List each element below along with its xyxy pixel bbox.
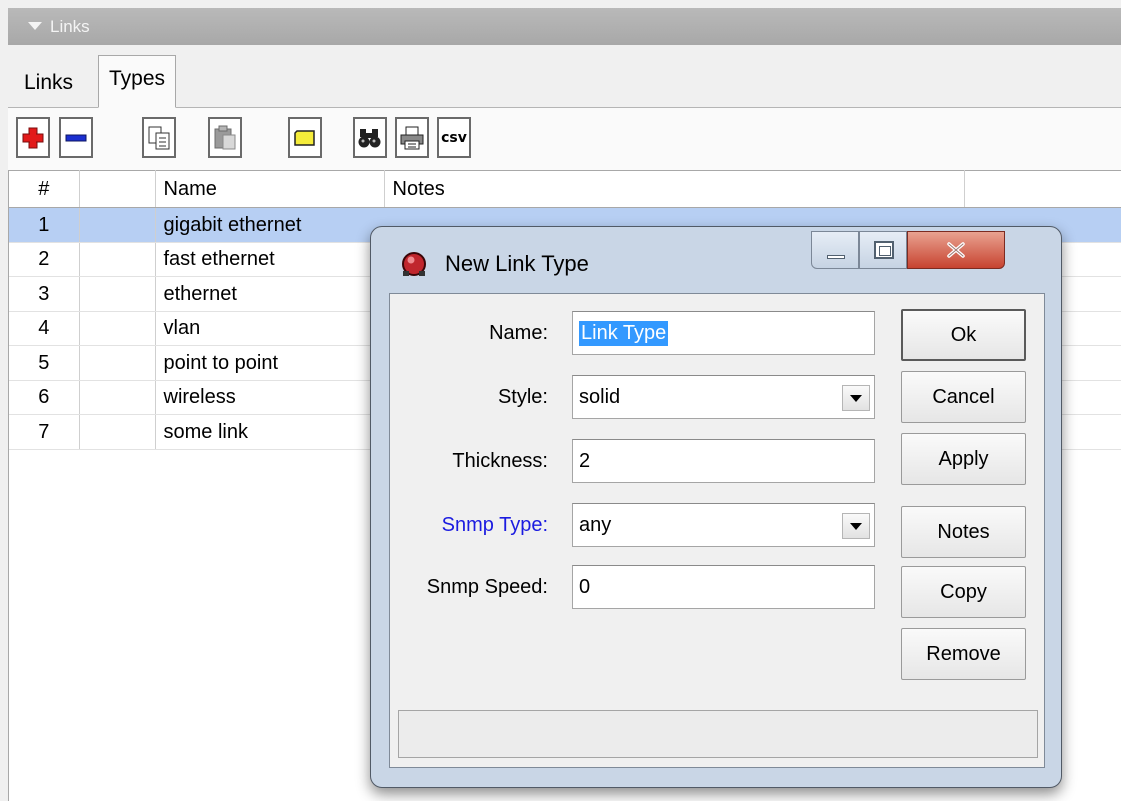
copy-icon: [148, 126, 170, 149]
style-select[interactable]: solid: [572, 375, 875, 419]
row-name: some link: [155, 414, 384, 450]
row-flags: [79, 414, 156, 450]
dialog-titlebar[interactable]: New Link Type: [371, 227, 1061, 293]
app-frame: Links Links Types csv # Name Notes 1 gig…: [0, 0, 1121, 801]
minus-icon: [65, 134, 87, 141]
row-name: point to point: [155, 345, 384, 381]
row-number: 2: [9, 242, 80, 277]
row-number: 4: [9, 311, 80, 346]
row-number: 1: [9, 207, 80, 243]
column-header-extra[interactable]: [964, 170, 1121, 208]
column-header-number[interactable]: #: [9, 170, 80, 208]
row-number: 7: [9, 414, 80, 450]
find-icon: [358, 128, 381, 147]
collapse-triangle-icon[interactable]: [28, 22, 42, 30]
row-name: wireless: [155, 380, 384, 415]
paste-button[interactable]: [208, 117, 242, 158]
notes-button[interactable]: Notes: [901, 506, 1026, 558]
snmp-type-select[interactable]: any: [572, 503, 875, 547]
export-csv-button[interactable]: csv: [437, 117, 471, 158]
dialog-title: New Link Type: [445, 251, 589, 276]
copy-button[interactable]: [142, 117, 176, 158]
csv-icon: csv: [441, 129, 467, 146]
snmp-speed-input-value: 0: [579, 575, 591, 598]
row-flags: [79, 207, 156, 243]
panel-title: Links: [50, 17, 90, 36]
dialog-status-bar: [398, 710, 1038, 758]
row-flags: [79, 345, 156, 381]
plus-icon: [22, 127, 44, 148]
chevron-down-icon[interactable]: [842, 385, 870, 411]
copy-button[interactable]: Copy: [901, 566, 1026, 618]
snmp-speed-input[interactable]: 0: [572, 565, 875, 609]
find-button[interactable]: [353, 117, 387, 158]
print-icon: [400, 126, 424, 149]
tab-bar: Links Types: [8, 45, 1121, 108]
close-button[interactable]: [907, 231, 1005, 269]
maximize-button[interactable]: [859, 231, 907, 269]
paste-icon: [214, 125, 236, 149]
maximize-icon: [874, 241, 894, 259]
panel-header[interactable]: Links: [8, 8, 1121, 45]
ok-button[interactable]: Ok: [901, 309, 1026, 361]
minimize-icon: [827, 255, 845, 259]
row-number: 5: [9, 345, 80, 381]
row-flags: [79, 242, 156, 277]
style-label: Style:: [497, 386, 548, 408]
column-header-name[interactable]: Name: [155, 170, 385, 208]
add-button[interactable]: [16, 117, 50, 158]
style-select-value: solid: [579, 385, 621, 408]
tab-types[interactable]: Types: [98, 55, 177, 108]
row-flags: [79, 276, 156, 312]
snmp-speed-label: Snmp Speed:: [426, 576, 548, 598]
thickness-label: Thickness:: [452, 450, 548, 472]
row-number: 3: [9, 276, 80, 312]
apply-button[interactable]: Apply: [901, 433, 1026, 485]
column-header-flags[interactable]: [79, 170, 156, 208]
row-name: ethernet: [155, 276, 384, 312]
tab-links[interactable]: Links: [14, 61, 83, 108]
remove-button[interactable]: Remove: [901, 628, 1026, 680]
row-number: 6: [9, 380, 80, 415]
row-name: vlan: [155, 311, 384, 346]
app-icon: [402, 252, 426, 276]
row-name: gigabit ethernet: [155, 207, 384, 243]
remove-button[interactable]: [59, 117, 93, 158]
chevron-down-icon[interactable]: [842, 513, 870, 539]
row-name: fast ethernet: [155, 242, 384, 277]
print-button[interactable]: [395, 117, 429, 158]
comment-button[interactable]: [288, 117, 322, 158]
snmp-type-select-value: any: [579, 513, 612, 536]
comment-icon: [294, 129, 315, 146]
name-input[interactable]: Link Type: [572, 311, 875, 355]
cancel-button[interactable]: Cancel: [901, 371, 1026, 423]
column-header-notes[interactable]: Notes: [384, 170, 965, 208]
close-icon: [908, 232, 1004, 268]
dialog-body: Name: Link Type Style: solid Thickness: …: [389, 293, 1045, 768]
thickness-input[interactable]: 2: [572, 439, 875, 483]
thickness-input-value: 2: [579, 449, 591, 472]
name-label: Name:: [489, 322, 548, 344]
toolbar: csv: [8, 108, 1121, 170]
new-link-type-dialog: New Link Type Name: Link Type Style: sol…: [370, 226, 1062, 788]
row-flags: [79, 311, 156, 346]
snmp-type-label: Snmp Type:: [441, 514, 548, 536]
name-input-value: Link Type: [579, 320, 669, 346]
row-flags: [79, 380, 156, 415]
minimize-button[interactable]: [811, 231, 859, 269]
